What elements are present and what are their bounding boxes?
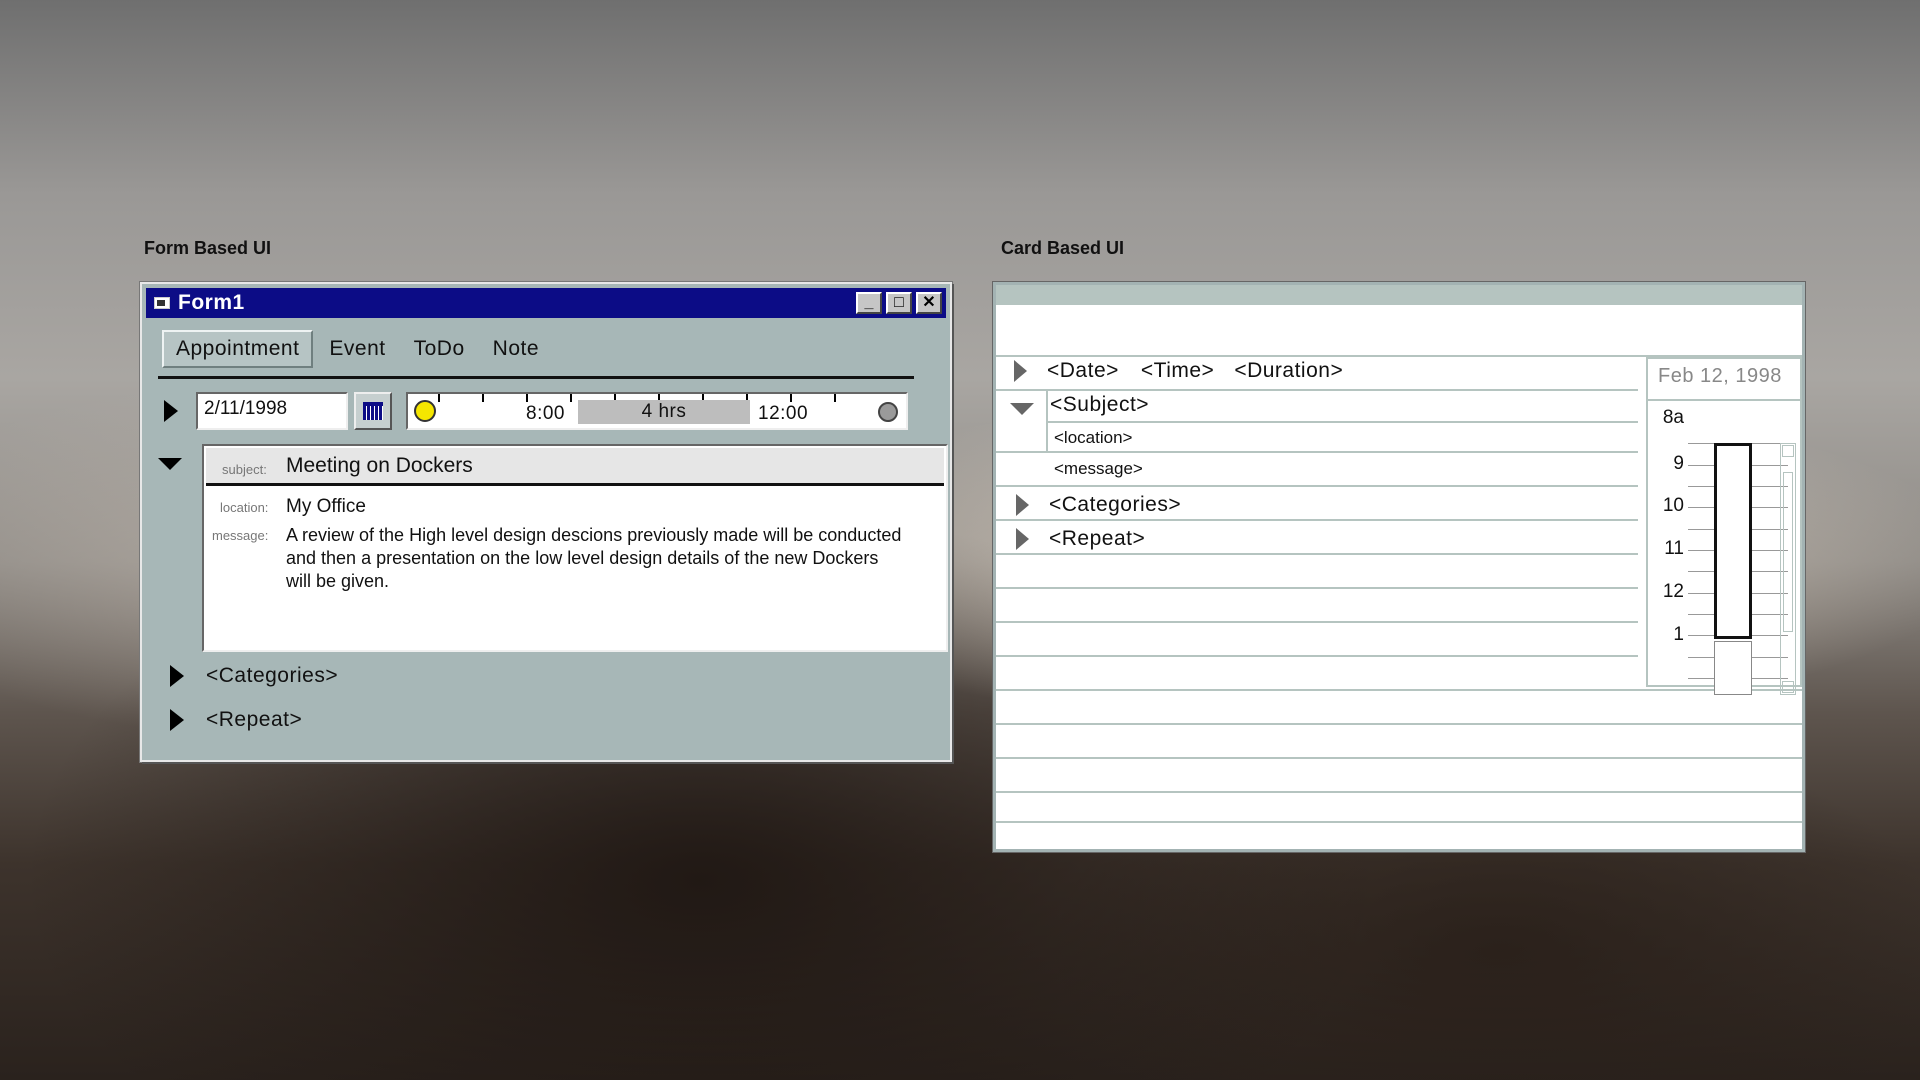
hour-label: 11 (1664, 538, 1684, 559)
message-placeholder[interactable]: <message> (1054, 459, 1143, 479)
scroll-thumb[interactable] (1783, 472, 1793, 632)
card-rule (996, 821, 1802, 823)
mini-day-calendar: Feb 12, 1998 8a 9 10 11 12 1 (1646, 357, 1802, 695)
card-rule (996, 485, 1638, 487)
categories-label: <Categories> (206, 664, 339, 687)
repeat-row[interactable]: <Repeat> (1016, 527, 1145, 551)
repeat-label: <Repeat> (1049, 527, 1146, 550)
close-button[interactable]: ✕ (916, 292, 942, 314)
type-tabs: Appointment Event ToDo Note (162, 330, 555, 368)
card-rule (996, 791, 1802, 793)
mini-calendar-date: Feb 12, 1998 (1658, 365, 1782, 387)
indent-divider (1046, 389, 1048, 453)
expand-arrow-icon (1016, 494, 1029, 516)
card-rule (1046, 421, 1638, 423)
app-icon[interactable] (154, 297, 170, 309)
maximize-button[interactable]: □ (886, 292, 912, 314)
form-based-label: Form Based UI (144, 238, 272, 258)
subject-text[interactable]: Meeting on Dockers (286, 454, 473, 478)
card-header-bar (996, 285, 1802, 305)
hour-label: 9 (1673, 453, 1684, 474)
collapse-arrow-icon[interactable] (158, 458, 182, 470)
repeat-row[interactable]: <Repeat> (170, 708, 302, 732)
window-title: Form1 (178, 291, 245, 314)
start-time: 8:00 (526, 403, 565, 424)
expand-arrow-icon (170, 665, 184, 687)
expand-arrow-icon[interactable] (164, 400, 178, 422)
tab-todo[interactable]: ToDo (402, 332, 477, 366)
subject-label: subject: (222, 462, 267, 477)
tab-appointment[interactable]: Appointment (162, 330, 314, 368)
location-placeholder[interactable]: <location> (1054, 428, 1132, 448)
expand-arrow-icon (1016, 528, 1029, 550)
categories-label: <Categories> (1049, 493, 1182, 516)
hour-label: 12 (1662, 581, 1684, 602)
form-window: Form1 _ □ ✕ Appointment Event ToDo Note … (140, 282, 952, 762)
duration-bar[interactable]: 4 hrs (578, 400, 750, 424)
tab-note[interactable]: Note (481, 332, 551, 366)
date-time-row[interactable]: <Date> <Time> <Duration> (1014, 359, 1343, 383)
date-time-row: 2/11/1998 8:00 4 hrs 12:00 (164, 388, 934, 432)
expand-arrow-icon (170, 709, 184, 731)
close-icon: ✕ (922, 294, 936, 311)
scroll-up-button[interactable] (1782, 445, 1794, 457)
title-bar[interactable]: Form1 _ □ ✕ (146, 288, 946, 318)
date-field[interactable]: 2/11/1998 (196, 392, 348, 430)
card-rule (996, 655, 1638, 657)
sun-icon (414, 400, 436, 422)
appointment-details: subject: Meeting on Dockers location: My… (202, 444, 948, 652)
appointment-block[interactable] (1714, 443, 1752, 639)
time-slider[interactable]: 8:00 4 hrs 12:00 (406, 392, 908, 430)
location-label: location: (220, 500, 269, 515)
expand-arrow-icon (1014, 360, 1027, 382)
card-window: <Date> <Time> <Duration> <Subject> <loca… (992, 281, 1806, 853)
card-rule (996, 621, 1638, 623)
subject-placeholder[interactable]: <Subject> (1050, 393, 1149, 417)
card-rule (996, 389, 1638, 391)
card-rule (996, 451, 1638, 453)
location-text[interactable]: My Office (286, 496, 366, 518)
subject-field[interactable]: subject: Meeting on Dockers (206, 448, 944, 486)
card-rule (996, 723, 1802, 725)
card-rule (996, 519, 1638, 521)
minimize-button[interactable]: _ (856, 292, 882, 314)
card-based-label: Card Based UI (1001, 238, 1125, 258)
free-slot-block[interactable] (1714, 641, 1752, 695)
time-placeholder[interactable]: <Time> (1141, 359, 1214, 383)
card-rule (996, 553, 1638, 555)
duration-placeholder[interactable]: <Duration> (1234, 359, 1343, 383)
card-rule (996, 757, 1802, 759)
calendar-icon (363, 402, 383, 420)
moon-icon (878, 402, 898, 422)
hour-label: 1 (1673, 624, 1684, 645)
minimize-icon: _ (864, 294, 874, 311)
message-text[interactable]: A review of the High level design descio… (286, 524, 906, 593)
collapse-arrow-icon[interactable] (1010, 403, 1034, 415)
calendar-button[interactable] (354, 392, 392, 430)
tab-event[interactable]: Event (317, 332, 397, 366)
scroll-down-button[interactable] (1782, 681, 1794, 693)
categories-row[interactable]: <Categories> (1016, 493, 1181, 517)
categories-row[interactable]: <Categories> (170, 664, 338, 688)
end-time: 12:00 (758, 403, 809, 424)
card-rule (996, 689, 1802, 691)
card-rule (996, 587, 1638, 589)
mini-calendar-divider (1648, 399, 1800, 401)
maximize-icon: □ (894, 294, 904, 311)
hour-label: 10 (1662, 495, 1684, 516)
message-label: message: (212, 528, 269, 543)
repeat-label: <Repeat> (206, 708, 303, 731)
date-placeholder[interactable]: <Date> (1047, 359, 1119, 383)
subject-row[interactable]: <Subject> (1050, 393, 1149, 417)
hour-label: 8a (1662, 407, 1684, 428)
tab-divider (158, 376, 914, 379)
mini-calendar-scrollbar[interactable] (1780, 443, 1796, 695)
